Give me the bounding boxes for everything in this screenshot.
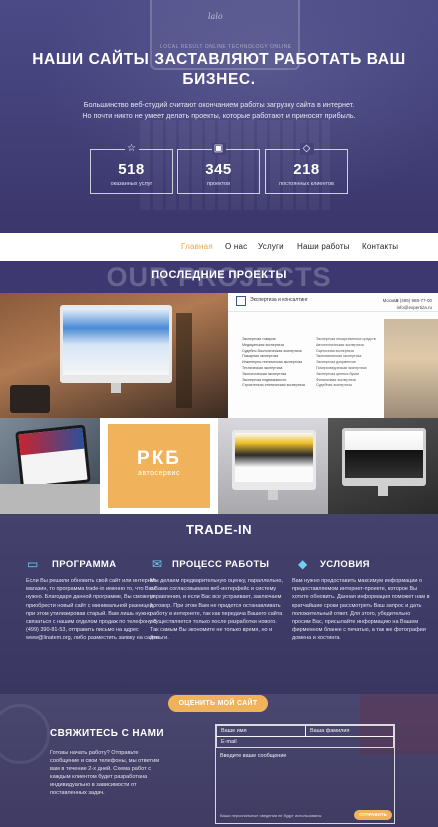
stat-value: 345 — [205, 161, 232, 178]
project-tile-3[interactable] — [0, 418, 100, 514]
project-tile-5[interactable] — [218, 418, 328, 514]
rkb-subtitle: автосервис — [138, 470, 180, 477]
briefcase-icon: ▣ — [211, 143, 226, 155]
site-heading: Экспертиза и консалтинг — [250, 297, 308, 303]
project-tile-1[interactable] — [0, 293, 228, 418]
process-text: Мы делаем предварительную оценку, паралл… — [150, 578, 283, 642]
nav-item-about[interactable]: О нас — [225, 242, 247, 251]
stat-label: проектов — [206, 181, 231, 187]
contact-section: СВЯЖИТЕСЬ С НАМИ Готовы начать работу? О… — [0, 694, 438, 827]
program-title: ПРОГРАММА — [52, 559, 117, 570]
imac-frame — [232, 430, 316, 490]
contact-title: СВЯЖИТЕСЬ С НАМИ — [50, 728, 164, 739]
table-surface — [0, 484, 100, 514]
conditions-text: Вам нужно предоставить максимум информац… — [292, 578, 430, 642]
site-list-right: Экспертиза лекарственных средств Автотехн… — [316, 337, 376, 388]
desk-lamp — [176, 313, 192, 408]
conditions-title: УСЛОВИЯ — [320, 559, 370, 570]
project-tile-2[interactable]: Экспертиза и консалтинг Москва 8 (495) 9… — [228, 293, 438, 418]
message-field[interactable] — [216, 749, 394, 801]
stat-label: оказанных услуг — [110, 181, 153, 187]
imac-frame — [342, 428, 426, 486]
rkb-logo: РКБ автосервис — [108, 424, 210, 508]
stat-value: 218 — [293, 161, 320, 178]
projects-title: ПОСЛЕДНИЕ ПРОЕКТЫ — [151, 269, 287, 281]
trade-in-section: TRADE-IN ▭ ПРОГРАММА Если Вы решили обно… — [0, 514, 438, 694]
contact-form: Ваши персональные сведения не будут испо… — [215, 724, 395, 824]
send-button[interactable]: ОТПРАВИТЬ — [354, 810, 392, 820]
imac-stand — [111, 383, 121, 393]
site-phone: 8 (495) 988-77-00 — [395, 298, 432, 303]
hero-text: Большинство веб-студий считают окончание… — [82, 100, 356, 120]
stat-projects: ▣ 345 проектов — [177, 143, 260, 194]
evaluate-site-button[interactable]: ОЦЕНИТЬ МОЙ САЙТ — [168, 695, 268, 712]
email-field[interactable] — [216, 736, 394, 748]
hero-section: lalo LOCAL RESULT ONLINE TECHNOLOGY ONLI… — [0, 0, 438, 233]
chat-icon: ✉ — [152, 557, 163, 571]
imac-stand — [378, 486, 388, 496]
star-icon: ☆ — [124, 143, 139, 155]
nav-item-works[interactable]: Наши работы — [297, 242, 350, 251]
stat-label: постоянных клиентов — [279, 181, 334, 187]
site-city-photo — [384, 319, 438, 418]
laptop-icon: ▭ — [27, 557, 39, 571]
projects-header: OUR PROJECTS ПОСЛЕДНИЕ ПРОЕКТЫ — [0, 261, 438, 293]
rkb-title: РКБ — [137, 448, 181, 469]
project-tile-6[interactable] — [328, 418, 438, 514]
program-text: Если Вы решили обновить свой сайт или ин… — [26, 578, 161, 642]
nav-item-home[interactable]: Главная — [181, 242, 213, 251]
nav-item-services[interactable]: Услуги — [258, 242, 284, 251]
stat-value: 518 — [118, 161, 145, 178]
trade-in-title: TRADE-IN — [185, 522, 253, 537]
privacy-note: Ваши персональные сведения не будут испо… — [220, 813, 322, 818]
site-divider — [228, 311, 438, 312]
stat-clients: ◇ 218 постоянных клиентов — [265, 143, 348, 194]
site-list-left: Экспертиза товаров Медицинская экспертиза… — [242, 337, 305, 388]
main-nav: Главная О нас Услуги Наши работы Контакт… — [0, 233, 438, 261]
imac-frame — [60, 305, 172, 383]
desk-item — [10, 385, 50, 413]
contact-text: Готовы начать работу? Отправьте сообщени… — [50, 750, 160, 796]
site-screenshot — [63, 308, 169, 375]
site-screenshot — [345, 431, 423, 478]
project-tile-4[interactable]: РКБ автосервис — [100, 418, 218, 514]
diamond-icon: ◆ — [298, 557, 308, 571]
site-email: info@expertiza.ru — [396, 305, 432, 310]
tablet-frame — [15, 424, 91, 490]
imac-stand — [268, 490, 278, 500]
background-decor — [0, 704, 50, 764]
process-title: ПРОЦЕСС РАБОТЫ — [172, 559, 270, 570]
laptop-logo: lalo — [208, 12, 223, 21]
site-screenshot — [235, 433, 313, 482]
hero-title: НАШИ САЙТЫ ЗАСТАВЛЯЮТ РАБОТАТЬ ВАШ БИЗНЕ… — [32, 51, 406, 88]
stat-services: ☆ 518 оказанных услуг — [90, 143, 173, 194]
site-screenshot — [18, 427, 85, 456]
site-logo-icon — [236, 296, 246, 306]
nav-item-contacts[interactable]: Контакты — [362, 242, 398, 251]
diamond-icon: ◇ — [299, 143, 314, 155]
